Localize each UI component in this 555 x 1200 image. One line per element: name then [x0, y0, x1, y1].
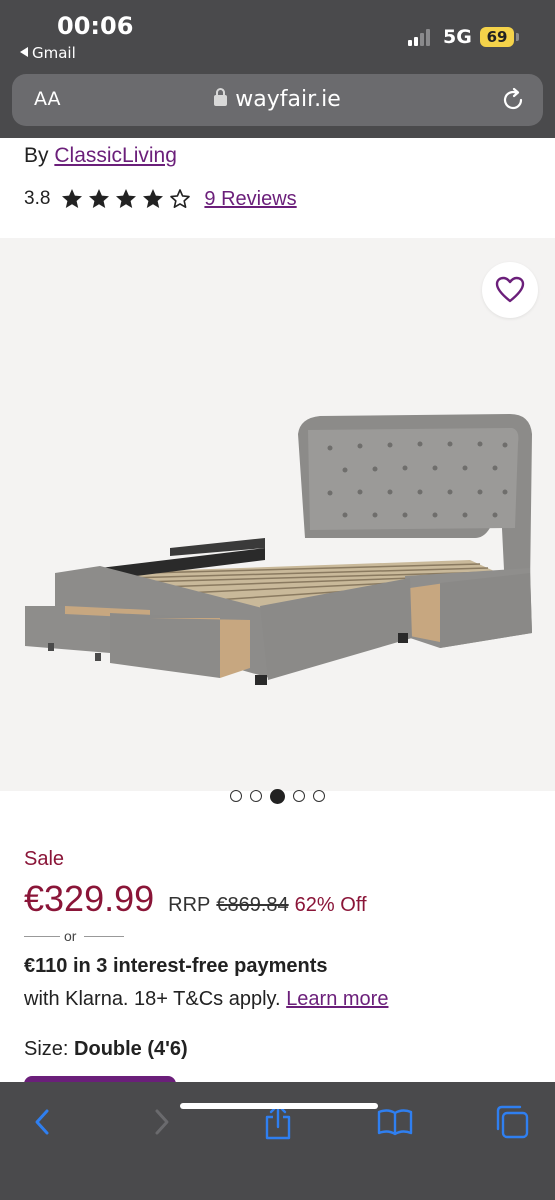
brand-link[interactable]: ClassicLiving: [54, 144, 177, 167]
size-value: Double (4'6): [74, 1038, 188, 1060]
rrp-price: €869.84: [216, 894, 289, 916]
lock-icon: [214, 88, 228, 106]
star-filled-icon: [143, 189, 164, 208]
back-button[interactable]: [20, 1102, 64, 1142]
or-text: or: [64, 928, 77, 944]
discount-percent: 62% Off: [294, 894, 367, 916]
brand-line: By ClassicLiving: [24, 144, 177, 168]
signal-strength-icon: [408, 28, 434, 46]
carousel-dot[interactable]: [230, 790, 242, 802]
forward-icon: [155, 1109, 169, 1135]
status-bar: 00:06 Gmail 5G 69: [0, 0, 555, 70]
reviews-link[interactable]: 9 Reviews: [204, 188, 296, 211]
star-filled-icon: [89, 189, 110, 208]
heart-icon: [495, 276, 525, 303]
rating-value: 3.8: [24, 188, 51, 209]
star-empty-icon: [170, 189, 191, 208]
tabs-icon: [496, 1105, 529, 1139]
carousel-dots[interactable]: [0, 788, 555, 804]
rrp-label: RRP: [168, 894, 211, 916]
carousel-dot-active[interactable]: [270, 788, 285, 804]
url-display[interactable]: wayfair.ie: [12, 87, 543, 112]
product-image-bed[interactable]: [0, 238, 555, 791]
star-filled-icon: [62, 189, 83, 208]
installment-offer: €110 in 3 interest-free payments: [24, 955, 328, 977]
browser-toolbar: [0, 1082, 555, 1200]
web-page: By ClassicLiving 3.8 9 Reviews Sale €329…: [0, 138, 555, 1082]
carousel-dot[interactable]: [313, 790, 325, 802]
star-filled-icon: [116, 189, 137, 208]
address-bar[interactable]: AA wayfair.ie: [12, 74, 543, 126]
tabs-button[interactable]: [490, 1102, 534, 1142]
rating-row: 3.8 9 Reviews: [24, 184, 297, 214]
brand-prefix: By: [24, 144, 49, 167]
back-icon: [35, 1109, 49, 1135]
carousel-dot[interactable]: [293, 790, 305, 802]
network-type: 5G: [443, 26, 472, 48]
klarna-terms: with Klarna. 18+ T&Cs apply. Learn more: [24, 988, 388, 1011]
home-indicator[interactable]: [180, 1103, 378, 1109]
learn-more-link[interactable]: Learn more: [286, 988, 388, 1010]
size-selector: Size: Double (4'6): [24, 1038, 188, 1061]
battery-indicator: 69: [480, 27, 519, 47]
sale-price: €329.99: [24, 878, 155, 919]
back-to-app-link[interactable]: Gmail: [20, 44, 76, 62]
size-label: Size:: [24, 1038, 69, 1060]
url-text: wayfair.ie: [235, 87, 341, 112]
bookmarks-icon: [377, 1109, 413, 1136]
price-row: €329.99 RRP €869.84 62% Off: [24, 878, 367, 920]
forward-button[interactable]: [140, 1102, 184, 1142]
status-time: 00:06: [57, 12, 134, 40]
favorite-button[interactable]: [482, 262, 538, 318]
or-divider: or: [24, 928, 124, 946]
sale-label: Sale: [24, 848, 65, 870]
carousel-dot[interactable]: [250, 790, 262, 802]
back-triangle-icon: [20, 47, 28, 57]
klarna-text: with Klarna. 18+ T&Cs apply.: [24, 988, 281, 1010]
reload-icon[interactable]: [499, 86, 527, 114]
bookmarks-button[interactable]: [373, 1102, 417, 1142]
back-app-label: Gmail: [32, 44, 76, 62]
star-rating: [60, 187, 192, 211]
